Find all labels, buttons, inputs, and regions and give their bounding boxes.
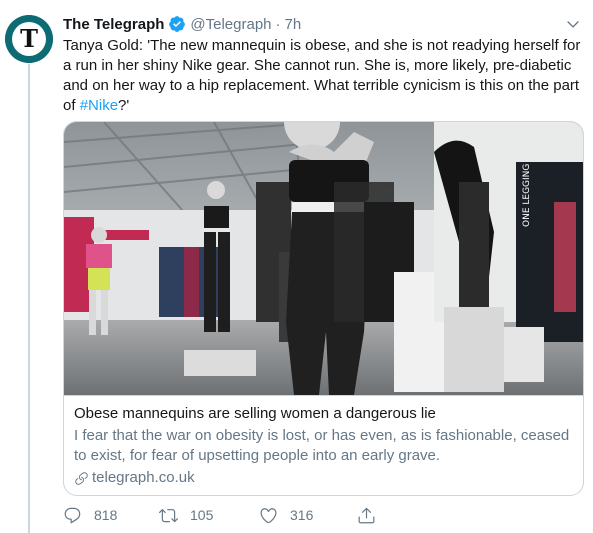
card-domain-text: telegraph.co.uk — [92, 469, 195, 486]
retweet-count: 105 — [190, 507, 214, 523]
display-name[interactable]: The Telegraph — [63, 16, 164, 33]
reply-button[interactable]: 818 — [63, 504, 117, 526]
card-domain[interactable]: telegraph.co.uk — [74, 468, 573, 488]
verified-badge-icon — [168, 15, 186, 33]
retweet-icon — [159, 506, 190, 525]
image-wall-text: ONE LEGGING — [522, 164, 532, 227]
retweet-button[interactable]: 105 — [159, 504, 213, 526]
avatar[interactable]: T — [5, 15, 53, 63]
like-count: 316 — [290, 507, 314, 523]
hashtag-link[interactable]: #Nike — [80, 97, 118, 114]
tweet-text-end: ?' — [118, 97, 130, 114]
like-button[interactable]: 316 — [259, 504, 313, 526]
reply-icon — [63, 506, 94, 525]
timestamp[interactable]: 7h — [285, 16, 302, 33]
tweet-text-body: Tanya Gold: 'The new mannequin is obese,… — [63, 37, 581, 114]
handle[interactable]: @Telegraph — [190, 16, 271, 33]
tweet-text: Tanya Gold: 'The new mannequin is obese,… — [63, 36, 583, 116]
chevron-down-icon[interactable] — [565, 16, 581, 32]
separator-dot: · — [275, 15, 281, 33]
card-image[interactable]: ONE LEGGING — [64, 122, 583, 395]
like-icon — [259, 506, 290, 525]
link-card[interactable]: ONE LEGGING Obese mannequins are selling… — [63, 121, 584, 496]
reply-count: 818 — [94, 507, 118, 523]
card-description: I fear that the war on obesity is lost, … — [74, 427, 570, 464]
tweet-header: The Telegraph @Telegraph · 7h — [63, 14, 581, 34]
thread-line — [28, 64, 30, 533]
card-title[interactable]: Obese mannequins are selling women a dan… — [74, 404, 573, 424]
share-icon — [357, 506, 376, 525]
card-body[interactable]: Obese mannequins are selling women a dan… — [64, 395, 583, 495]
avatar-letter: T — [20, 24, 38, 53]
link-icon — [74, 471, 92, 486]
share-button[interactable] — [357, 504, 376, 526]
action-bar: 818 105 316 — [63, 504, 393, 526]
